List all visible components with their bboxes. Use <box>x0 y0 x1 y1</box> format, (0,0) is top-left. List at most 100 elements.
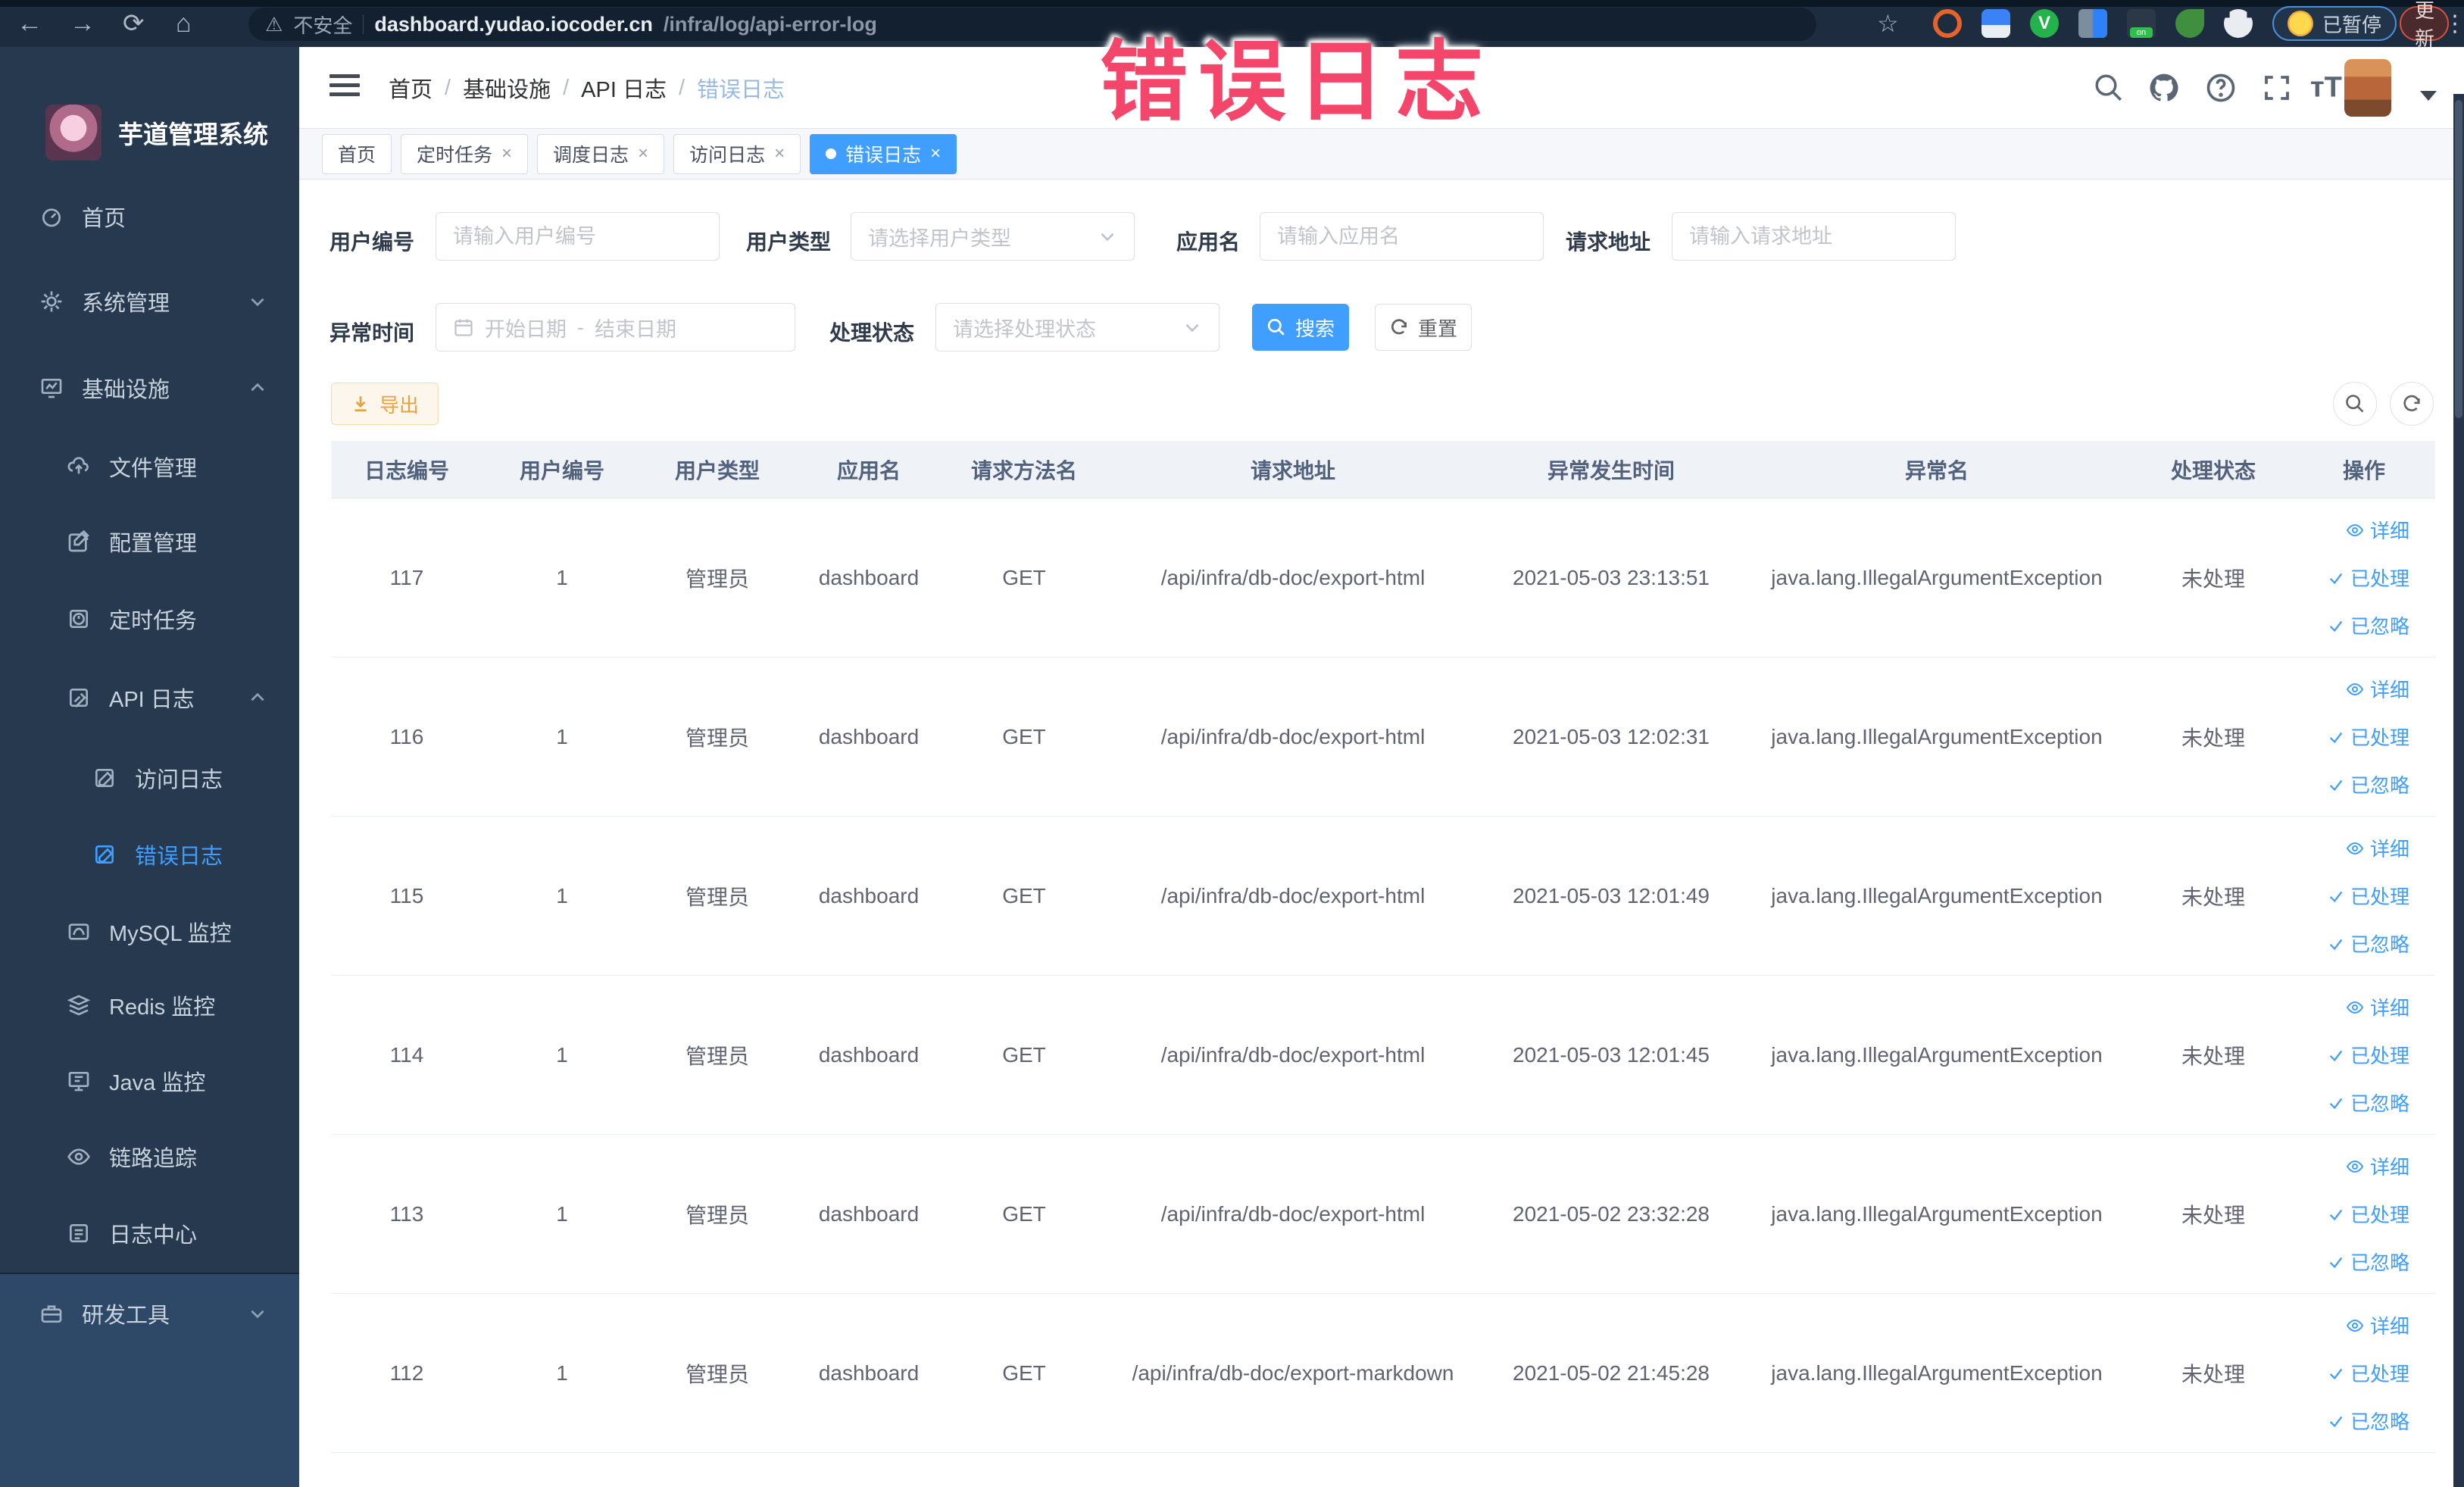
detail-link[interactable]: 详细 <box>2346 834 2409 862</box>
user-id-input[interactable] <box>436 212 720 261</box>
process-status-select[interactable]: 请选择处理状态 <box>935 303 1220 351</box>
chevron-up-icon <box>251 692 264 701</box>
mark-ignored-link[interactable]: 已忽略 <box>2328 611 2409 639</box>
help-icon[interactable] <box>2204 71 2238 105</box>
mark-processed-link[interactable]: 已处理 <box>2328 882 2409 910</box>
infrastructure-icon <box>41 379 62 398</box>
close-icon[interactable]: × <box>501 143 512 164</box>
sidebar-item-redis-monitor[interactable]: Redis 监控 <box>0 970 299 1040</box>
redis-icon <box>67 995 91 1016</box>
tab-home[interactable]: 首页 <box>322 133 392 174</box>
eye-icon <box>2346 1160 2364 1173</box>
sidebar-item-error-log[interactable]: 错误日志 <box>0 820 299 889</box>
github-icon[interactable] <box>2147 71 2181 105</box>
reload-icon[interactable]: ⟳ <box>123 11 145 36</box>
refresh-table-button[interactable] <box>2390 382 2434 426</box>
browser-menu-icon[interactable]: ⋮ <box>2444 11 2464 37</box>
app-name-input[interactable] <box>1260 212 1544 261</box>
check-icon <box>2329 732 2343 743</box>
update-button[interactable]: 更新 ⋮ <box>2400 0 2464 50</box>
tab-schedule-log[interactable]: 调度日志 × <box>537 133 665 174</box>
table-row: 117 1 管理员 dashboard GET/api/infra/db-doc/exp… <box>331 498 2435 658</box>
sidebar-item-api-log[interactable]: API 日志 <box>0 663 299 733</box>
check-icon <box>2329 620 2343 632</box>
breadcrumb-infrastructure[interactable]: 基础设施 <box>463 72 551 104</box>
sidebar-item-file-management[interactable]: 文件管理 <box>0 432 299 501</box>
scrollbar-thumb[interactable] <box>2455 100 2462 418</box>
status-badge: 未处理 <box>2181 885 2245 909</box>
search-visibility-button[interactable] <box>2333 382 2377 426</box>
sidebar-item-home[interactable]: 首页 <box>0 182 299 251</box>
extension-leaf-icon[interactable] <box>2175 9 2204 38</box>
tab-error-log[interactable]: 错误日志 × <box>810 133 957 174</box>
mark-processed-link[interactable]: 已处理 <box>2328 1041 2409 1069</box>
sidebar-item-trace[interactable]: 链路追踪 <box>0 1122 299 1192</box>
sidebar-item-access-log[interactable]: 访问日志 <box>0 743 299 813</box>
table-row: 114 1 管理员 dashboard GET/api/infra/db-doc/exp… <box>331 976 2435 1135</box>
extension-adblock-icon[interactable] <box>1933 9 1962 38</box>
forward-icon[interactable]: → <box>70 11 95 36</box>
mark-processed-link[interactable]: 已处理 <box>2328 723 2409 751</box>
request-url-input[interactable] <box>1672 212 1956 261</box>
detail-link[interactable]: 详细 <box>2346 675 2409 703</box>
url-path: /infra/log/api-error-log <box>663 12 877 36</box>
detail-link[interactable]: 详细 <box>2346 1152 2409 1180</box>
sidebar-item-devtools[interactable]: 研发工具 <box>0 1279 299 1348</box>
page-scrollbar[interactable] <box>2453 94 2464 1487</box>
log-id: 117 <box>389 565 424 589</box>
mark-processed-link[interactable]: 已处理 <box>2328 564 2409 592</box>
mark-ignored-link[interactable]: 已忽略 <box>2328 929 2409 957</box>
font-size-icon[interactable]: ᴛT <box>2310 71 2342 104</box>
avatar-caret-icon[interactable] <box>2420 91 2437 101</box>
breadcrumb-home[interactable]: 首页 <box>389 72 433 104</box>
mark-processed-link[interactable]: 已处理 <box>2328 1359 2409 1387</box>
home-icon[interactable]: ⌂ <box>176 11 192 36</box>
extension-shield-icon[interactable] <box>1982 9 2010 38</box>
sidebar-item-mysql-monitor[interactable]: MySQL 监控 <box>0 897 299 967</box>
sidebar-item-log-center[interactable]: 日志中心 <box>0 1198 299 1268</box>
sidebar-item-config-management[interactable]: 配置管理 <box>0 507 299 576</box>
mark-processed-link[interactable]: 已处理 <box>2328 1200 2409 1228</box>
back-icon[interactable]: ← <box>17 11 42 36</box>
access-log-icon <box>95 769 114 787</box>
mark-ignored-link[interactable]: 已忽略 <box>2328 1407 2409 1435</box>
extension-v-icon[interactable]: V <box>2030 9 2059 38</box>
close-icon[interactable]: × <box>774 143 785 164</box>
exception-time-range-picker[interactable]: 开始日期 - 结束日期 <box>436 303 795 351</box>
mark-ignored-link[interactable]: 已忽略 <box>2328 1248 2409 1276</box>
browser-tabstrip <box>0 0 2464 7</box>
extension-switch-icon[interactable]: on <box>2127 9 2156 38</box>
paused-profile-chip[interactable]: 已暂停 <box>2272 6 2397 41</box>
fullscreen-icon[interactable] <box>2261 72 2293 104</box>
mark-ignored-link[interactable]: 已忽略 <box>2328 1089 2409 1117</box>
tab-scheduled-tasks[interactable]: 定时任务 × <box>401 133 529 174</box>
calendar-icon <box>454 319 473 336</box>
user-type-select[interactable]: 请选择用户类型 <box>851 212 1135 261</box>
breadcrumb-api-log[interactable]: API 日志 <box>581 72 667 104</box>
search-icon[interactable] <box>2093 72 2125 104</box>
app-logo[interactable]: 芋道管理系统 <box>45 105 268 161</box>
bookmark-star-icon[interactable]: ☆ <box>1877 11 1899 36</box>
extensions-puzzle-icon[interactable] <box>2224 9 2253 38</box>
address-bar[interactable]: ⚠ 不安全 dashboard.yudao.iocoder.cn/infra/l… <box>248 8 1816 41</box>
search-button[interactable]: 搜索 <box>1252 304 1349 351</box>
detail-link[interactable]: 详细 <box>2346 1311 2409 1339</box>
avatar[interactable] <box>2344 59 2391 117</box>
sidebar-toggle-icon[interactable] <box>329 74 360 96</box>
magnifier-icon <box>2346 395 2364 413</box>
close-icon[interactable]: × <box>638 143 648 164</box>
extension-grid-icon[interactable] <box>2078 9 2107 38</box>
tab-access-log[interactable]: 访问日志 × <box>673 133 801 174</box>
table-row: 112 1 管理员 dashboard GET/api/infra/db-doc/exp… <box>331 1294 2435 1453</box>
status-badge: 未处理 <box>2181 1362 2245 1386</box>
detail-link[interactable]: 详细 <box>2346 516 2409 544</box>
sidebar-item-java-monitor[interactable]: Java 监控 <box>0 1046 299 1116</box>
close-icon[interactable]: × <box>930 143 941 164</box>
reset-button[interactable]: 重置 <box>1375 304 1472 351</box>
detail-link[interactable]: 详细 <box>2346 993 2409 1021</box>
sidebar-item-system[interactable]: 系统管理 <box>0 267 299 336</box>
export-button[interactable]: 导出 <box>331 383 439 425</box>
mark-ignored-link[interactable]: 已忽略 <box>2328 770 2409 798</box>
sidebar-item-scheduled-tasks[interactable]: 定时任务 <box>0 584 299 654</box>
sidebar-item-infrastructure[interactable]: 基础设施 <box>0 353 299 423</box>
